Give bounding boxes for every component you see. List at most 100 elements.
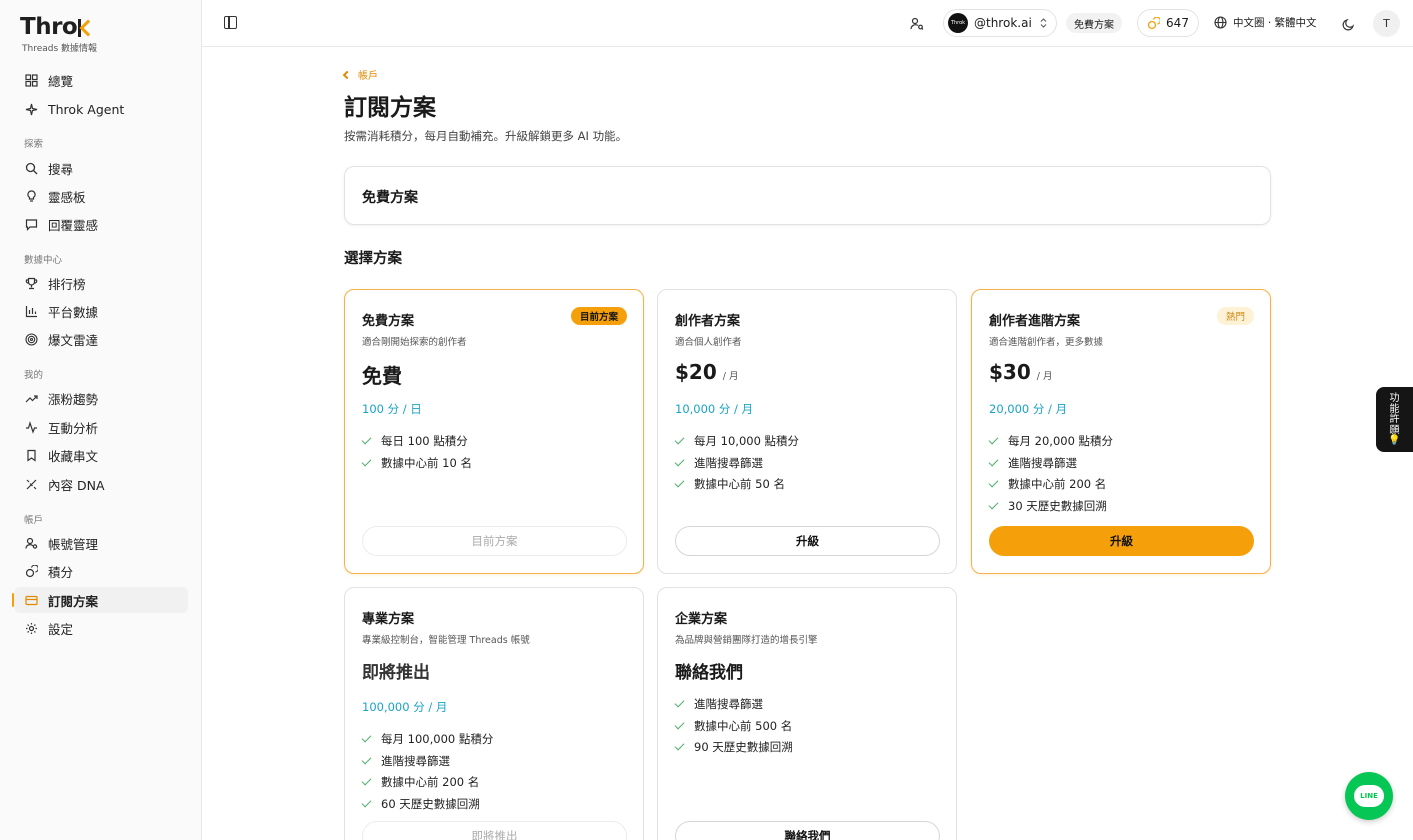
- logo[interactable]: Thro Threads 數據情報: [20, 14, 97, 54]
- feature-item: 進階搜尋篩選: [362, 750, 493, 772]
- sidebar-item-label: 漲粉趨勢: [48, 391, 99, 407]
- sidebar: Thro Threads 數據情報 總覽 Throk Agent 探索 搜尋 靈…: [0, 0, 202, 840]
- sidebar-item-credits[interactable]: 積分: [14, 558, 188, 584]
- coming-soon-button[interactable]: 即將推出: [362, 821, 627, 840]
- topbar: Throk @throk.ai 免費方案 647 中文圈 · 繁體中文 T: [202, 0, 1413, 47]
- sidebar-item-account-manage[interactable]: 帳號管理: [14, 530, 188, 556]
- price-period: / 月: [722, 371, 739, 382]
- feature-request-tab[interactable]: 功 能 許 願 💡: [1376, 387, 1413, 452]
- current-plan-badge: 目前方案: [570, 307, 627, 325]
- gear-icon: [24, 621, 38, 635]
- plan-name: 創作者進階方案: [989, 314, 1081, 329]
- search-icon: [24, 161, 38, 175]
- sidebar-item-follower-trend[interactable]: 漲粉趨勢: [14, 385, 188, 411]
- plan-name: 企業方案: [675, 612, 728, 627]
- plan-price: 免費: [362, 360, 402, 389]
- account-switcher[interactable]: Throk @throk.ai: [943, 9, 1057, 37]
- plan-card-creator-pro: 創作者進階方案 熱門 適合進階創作者，更多數據 $30 / 月 20,000 分 …: [971, 289, 1271, 574]
- plan-subtitle: 適合剛開始探索的創作者: [362, 337, 467, 348]
- sidebar-item-agent[interactable]: Throk Agent: [14, 96, 188, 122]
- feature-item: 數據中心前 200 名: [362, 771, 493, 793]
- bulb-icon: [24, 189, 38, 203]
- feature-list: 進階搜尋篩選 數據中心前 500 名 90 天歷史數據回溯: [675, 693, 793, 758]
- activity-icon: [24, 420, 38, 434]
- price-value: $30: [989, 360, 1031, 384]
- sidebar-item-content-dna[interactable]: 內容 DNA: [14, 471, 188, 497]
- price-value: 即將推出: [362, 663, 430, 683]
- sidebar-section-data: 數據中心: [24, 255, 63, 266]
- popular-badge: 熱門: [1216, 307, 1254, 325]
- current-plan-chip[interactable]: 免費方案: [1066, 13, 1122, 33]
- coins-icon: [1147, 16, 1161, 30]
- sidebar-item-label: 平台數據: [48, 304, 99, 320]
- back-link[interactable]: 帳戶: [342, 67, 378, 82]
- avatar[interactable]: T: [1373, 10, 1400, 37]
- logo-tagline: Threads 數據情報: [22, 44, 98, 54]
- upgrade-button[interactable]: 升級: [989, 526, 1254, 556]
- plan-card-creator: 創作者方案 適合個人創作者 $20 / 月 10,000 分 / 月 每月 10,…: [657, 289, 957, 574]
- price-value: $20: [675, 360, 717, 384]
- sidebar-item-platform-data[interactable]: 平台數據: [14, 298, 188, 324]
- upgrade-button[interactable]: 升級: [675, 526, 940, 556]
- plan-price: $20 / 月: [675, 360, 738, 384]
- line-chat-button[interactable]: LINE: [1345, 772, 1393, 820]
- back-label: 帳戶: [358, 71, 378, 82]
- credits-pill[interactable]: 647: [1137, 9, 1199, 37]
- sidebar-item-saved-threads[interactable]: 收藏串文: [14, 442, 188, 468]
- account-avatar: Throk: [948, 13, 968, 33]
- feature-item: 每月 100,000 點積分: [362, 728, 493, 750]
- sidebar-item-label: 訂閱方案: [48, 593, 99, 609]
- sidebar-item-label: 設定: [48, 621, 74, 637]
- language-selector[interactable]: 中文圈 · 繁體中文: [1214, 15, 1317, 30]
- sidebar-item-subscription[interactable]: 訂閱方案: [12, 587, 188, 613]
- radar-icon: [24, 332, 38, 346]
- bar-chart-icon: [24, 304, 38, 318]
- choose-plan-title: 選擇方案: [344, 251, 402, 267]
- feature-item: 進階搜尋篩選: [989, 452, 1113, 474]
- dna-icon: [24, 477, 38, 491]
- sidebar-item-label: 積分: [48, 564, 74, 580]
- feature-item: 每日 100 點積分: [362, 430, 472, 452]
- bookmark-icon: [24, 448, 38, 462]
- sidebar-item-label: 排行榜: [48, 276, 86, 292]
- current-plan-box: 免費方案: [344, 166, 1271, 225]
- reply-icon: [24, 217, 38, 231]
- sidebar-item-inspiration[interactable]: 靈感板: [14, 183, 188, 209]
- sidebar-toggle-icon[interactable]: [224, 16, 237, 29]
- sidebar-item-label: 回覆靈感: [48, 217, 99, 233]
- sidebar-section-mine: 我的: [24, 370, 44, 381]
- current-plan-button[interactable]: 目前方案: [362, 526, 627, 556]
- sidebar-section-explore: 探索: [24, 139, 44, 150]
- feature-item: 進階搜尋篩選: [675, 452, 799, 474]
- feature-item: 30 天歷史數據回溯: [989, 495, 1113, 517]
- line-icon: LINE: [1354, 785, 1384, 807]
- account-handle: @throk.ai: [974, 16, 1032, 30]
- price-value: 聯絡我們: [675, 663, 743, 683]
- sidebar-item-settings[interactable]: 設定: [14, 615, 188, 641]
- moon-icon[interactable]: [1342, 16, 1355, 35]
- feature-list: 每月 20,000 點積分 進階搜尋篩選 數據中心前 200 名 30 天歷史數…: [989, 430, 1113, 517]
- feature-item: 90 天歷史數據回溯: [675, 736, 793, 758]
- plan-subtitle: 適合進階創作者，更多數據: [989, 337, 1104, 348]
- sidebar-item-search[interactable]: 搜尋: [14, 155, 188, 181]
- sidebar-item-label: 爆文雷達: [48, 332, 99, 348]
- plan-subtitle: 適合個人創作者: [675, 337, 742, 348]
- coins-icon: [24, 564, 38, 578]
- logo-text: Thro: [20, 14, 78, 40]
- price-period: / 月: [1036, 371, 1053, 382]
- sidebar-item-leaderboard[interactable]: 排行榜: [14, 270, 188, 296]
- plan-name: 免費方案: [362, 314, 415, 329]
- page-title: 訂閱方案: [344, 95, 436, 121]
- feature-list: 每日 100 點積分 數據中心前 10 名: [362, 430, 472, 473]
- sidebar-item-viral-radar[interactable]: 爆文雷達: [14, 326, 188, 352]
- current-plan-name: 免費方案: [362, 190, 418, 206]
- user-search-icon[interactable]: [910, 16, 924, 35]
- logo-k-mark: [78, 17, 92, 37]
- line-label: LINE: [1360, 792, 1378, 800]
- contact-us-button[interactable]: 聯絡我們: [675, 821, 940, 840]
- sidebar-item-label: 帳號管理: [48, 536, 99, 552]
- sidebar-item-reply-ideas[interactable]: 回覆靈感: [14, 211, 188, 237]
- sidebar-item-engagement[interactable]: 互動分析: [14, 414, 188, 440]
- sidebar-item-overview[interactable]: 總覽: [14, 67, 188, 93]
- feature-item: 數據中心前 500 名: [675, 715, 793, 737]
